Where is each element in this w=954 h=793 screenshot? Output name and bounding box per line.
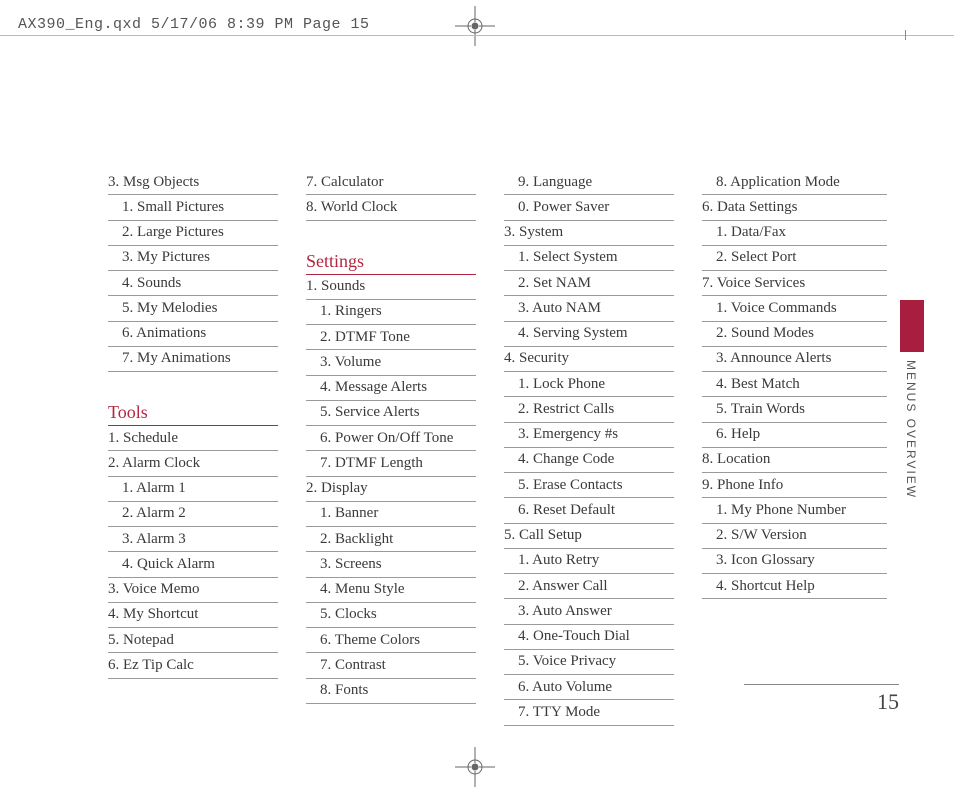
menu-item: 3. Auto Answer — [504, 599, 674, 624]
menu-item: 4. Serving System — [504, 322, 674, 347]
menu-item: 1. Schedule — [108, 426, 278, 451]
crop-mark-icon — [455, 747, 495, 787]
menu-item: 1. Data/Fax — [702, 221, 887, 246]
menu-item: 7. My Animations — [108, 347, 278, 372]
section-heading-tools: Tools — [108, 400, 278, 426]
menu-item: 8. Application Mode — [702, 170, 887, 195]
column-4: 8. Application Mode 6. Data Settings 1. … — [702, 170, 887, 726]
menu-item: 3. Announce Alerts — [702, 347, 887, 372]
menu-item: 6. Theme Colors — [306, 628, 476, 653]
menu-item: 6. Help — [702, 423, 887, 448]
menu-item: 2. Large Pictures — [108, 221, 278, 246]
menu-item: 9. Language — [504, 170, 674, 195]
menu-item: 2. Set NAM — [504, 271, 674, 296]
menu-item: 5. Erase Contacts — [504, 473, 674, 498]
menu-item: 7. DTMF Length — [306, 451, 476, 476]
menu-item: 2. Alarm Clock — [108, 451, 278, 476]
menu-item: 7. Voice Services — [702, 271, 887, 296]
menu-item: 5. Service Alerts — [306, 401, 476, 426]
menu-item: 6. Data Settings — [702, 195, 887, 220]
column-2: 7. Calculator 8. World Clock Settings 1.… — [306, 170, 476, 726]
tick-mark — [905, 30, 906, 40]
menu-item: 4. My Shortcut — [108, 603, 278, 628]
menu-item: 4. Message Alerts — [306, 376, 476, 401]
menu-item: 3. Emergency #s — [504, 423, 674, 448]
menu-overview-columns: 3. Msg Objects 1. Small Pictures 2. Larg… — [108, 170, 902, 726]
menu-item: 3. Screens — [306, 552, 476, 577]
menu-item: 7. Calculator — [306, 170, 476, 195]
menu-item: 8. World Clock — [306, 195, 476, 220]
menu-item: 3. Icon Glossary — [702, 549, 887, 574]
menu-item: 3. Alarm 3 — [108, 527, 278, 552]
menu-item: 2. Select Port — [702, 246, 887, 271]
menu-item: 1. Lock Phone — [504, 372, 674, 397]
crop-mark-icon — [455, 6, 495, 46]
menu-item: 3. Volume — [306, 350, 476, 375]
menu-item: 2. Alarm 2 — [108, 502, 278, 527]
menu-item: 1. Alarm 1 — [108, 477, 278, 502]
menu-item: 1. Sounds — [306, 275, 476, 300]
menu-item: 5. Voice Privacy — [504, 650, 674, 675]
menu-item: 6. Reset Default — [504, 498, 674, 523]
side-tab-label: MENUS OVERVIEW — [900, 360, 918, 499]
menu-item: 7. TTY Mode — [504, 700, 674, 725]
menu-item: 5. Clocks — [306, 603, 476, 628]
menu-item: 8. Fonts — [306, 679, 476, 704]
header-rule — [0, 35, 954, 36]
menu-item: 7. Contrast — [306, 653, 476, 678]
column-1: 3. Msg Objects 1. Small Pictures 2. Larg… — [108, 170, 278, 726]
menu-item: 4. One-Touch Dial — [504, 625, 674, 650]
menu-item: 3. Voice Memo — [108, 578, 278, 603]
menu-item: 5. Train Words — [702, 397, 887, 422]
menu-item: 1. Small Pictures — [108, 195, 278, 220]
menu-item: 1. Auto Retry — [504, 549, 674, 574]
menu-item: 3. Msg Objects — [108, 170, 278, 195]
menu-item: 5. My Melodies — [108, 296, 278, 321]
menu-item: 6. Animations — [108, 322, 278, 347]
menu-item: 0. Power Saver — [504, 195, 674, 220]
menu-item: 1. Voice Commands — [702, 296, 887, 321]
menu-item: 1. Banner — [306, 502, 476, 527]
page-number: 15 — [744, 684, 899, 715]
menu-item: 8. Location — [702, 448, 887, 473]
menu-item: 6. Ez Tip Calc — [108, 653, 278, 678]
menu-item: 1. Ringers — [306, 300, 476, 325]
menu-item: 4. Quick Alarm — [108, 552, 278, 577]
menu-item: 9. Phone Info — [702, 473, 887, 498]
menu-item: 2. Backlight — [306, 527, 476, 552]
menu-item: 3. Auto NAM — [504, 296, 674, 321]
menu-item: 6. Auto Volume — [504, 675, 674, 700]
menu-item: 2. Restrict Calls — [504, 397, 674, 422]
menu-item: 2. S/W Version — [702, 524, 887, 549]
menu-item: 2. Display — [306, 477, 476, 502]
menu-item: 1. Select System — [504, 246, 674, 271]
menu-item: 4. Best Match — [702, 372, 887, 397]
menu-item: 2. DTMF Tone — [306, 325, 476, 350]
menu-item: 4. Change Code — [504, 448, 674, 473]
menu-item: 4. Shortcut Help — [702, 574, 887, 599]
menu-item: 3. System — [504, 221, 674, 246]
menu-item: 4. Menu Style — [306, 578, 476, 603]
menu-item: 4. Security — [504, 347, 674, 372]
column-3: 9. Language 0. Power Saver 3. System 1. … — [504, 170, 674, 726]
menu-item: 4. Sounds — [108, 271, 278, 296]
menu-item: 5. Call Setup — [504, 524, 674, 549]
menu-item: 2. Answer Call — [504, 574, 674, 599]
menu-item: 2. Sound Modes — [702, 322, 887, 347]
menu-item: 3. My Pictures — [108, 246, 278, 271]
section-heading-settings: Settings — [306, 249, 476, 275]
side-tab: MENUS OVERVIEW — [900, 300, 924, 499]
menu-item: 5. Notepad — [108, 628, 278, 653]
menu-item: 6. Power On/Off Tone — [306, 426, 476, 451]
side-tab-color — [900, 300, 924, 352]
menu-item: 1. My Phone Number — [702, 498, 887, 523]
